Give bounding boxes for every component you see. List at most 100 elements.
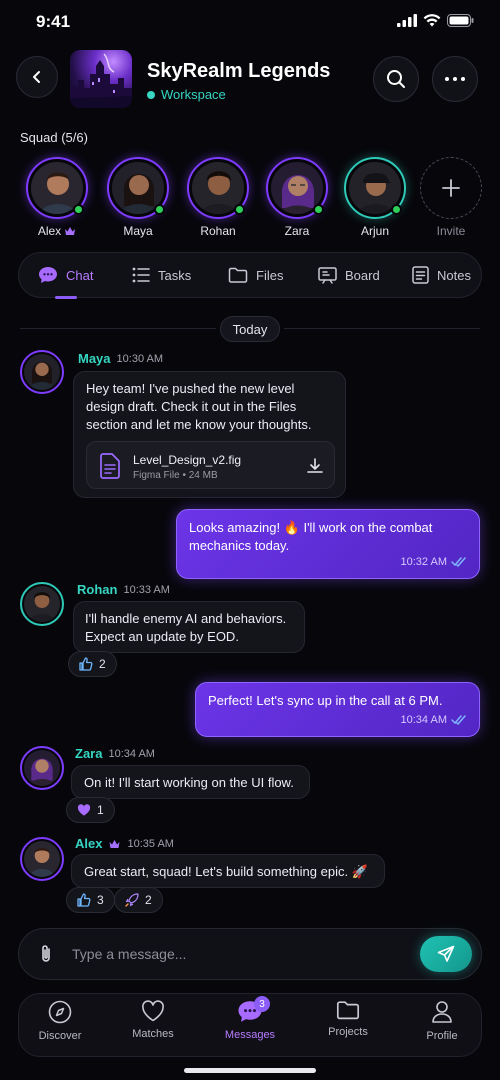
reaction-count: 1 (97, 803, 104, 817)
compass-icon (48, 1000, 72, 1024)
paperclip-icon[interactable] (37, 943, 55, 965)
status-icons (397, 14, 474, 27)
message-time: 10:35 AM (127, 837, 174, 850)
project-title: SkyRealm Legends (147, 60, 331, 82)
message-author: Zara (75, 746, 103, 761)
tab-label: Notes (437, 267, 471, 283)
message-bubble: I'll handle enemy AI and behaviors. Expe… (73, 601, 305, 653)
tab-tasks[interactable]: Tasks (132, 252, 191, 298)
message-header: Zara 10:34 AM (75, 746, 155, 761)
chevron-left-icon (33, 71, 40, 83)
reaction-chip[interactable]: 1 (66, 797, 115, 823)
nav-label: Projects (328, 1026, 368, 1038)
home-indicator (184, 1068, 316, 1073)
search-button[interactable] (373, 56, 419, 102)
person-avatar-icon (24, 586, 60, 622)
status-time: 9:41 (36, 12, 71, 31)
online-indicator (154, 204, 165, 215)
divider-line (284, 328, 480, 329)
wifi-icon (423, 14, 441, 27)
workspace-label: Workspace (147, 87, 226, 102)
download-icon[interactable] (306, 457, 324, 475)
message-bubble: Great start, squad! Let's build somethin… (71, 854, 385, 888)
person-avatar-icon (24, 841, 60, 877)
nav-projects[interactable]: Projects (308, 1000, 388, 1038)
message-text: Perfect! Let's sync up in the call at 6 … (208, 693, 443, 708)
reaction-chip[interactable]: 3 (66, 887, 115, 913)
member-maya[interactable]: Maya (104, 157, 172, 238)
send-button[interactable] (420, 936, 472, 972)
message-avatar[interactable] (20, 746, 64, 790)
crown-icon (109, 839, 120, 848)
nav-label: Discover (38, 1030, 82, 1042)
list-icon (132, 267, 150, 283)
member-arjun[interactable]: Arjun (341, 157, 409, 238)
status-dot (147, 90, 155, 99)
outgoing-message-bubble: Perfect! Let's sync up in the call at 6 … (195, 682, 480, 737)
double-check-icon (451, 715, 466, 725)
person-icon (432, 1001, 452, 1023)
project-thumbnail[interactable] (70, 50, 132, 108)
message-header: Maya 10:30 AM (78, 351, 163, 366)
message-header: Alex 10:35 AM (75, 836, 174, 851)
nav-messages[interactable]: 3 Messages (210, 996, 290, 1041)
folder-icon (228, 267, 248, 283)
tab-label: Chat (66, 267, 94, 283)
heart-icon (142, 1000, 164, 1022)
reaction-chip[interactable]: 2 (68, 651, 117, 677)
avatar (26, 157, 88, 219)
person-avatar-icon (24, 354, 60, 390)
file-meta: Figma File • 24 MB (133, 470, 218, 481)
battery-icon (447, 14, 474, 27)
online-indicator (313, 204, 324, 215)
more-options-button[interactable] (432, 56, 478, 102)
nav-label: Matches (132, 1028, 174, 1040)
member-alex[interactable]: Alex (23, 157, 91, 238)
message-status: 10:32 AM (401, 553, 467, 571)
squad-label: Squad (5/6) (20, 130, 88, 145)
tab-board[interactable]: Board (318, 252, 380, 298)
tab-chat[interactable]: Chat (38, 252, 93, 298)
unread-badge: 3 (254, 996, 270, 1012)
send-icon (437, 945, 455, 962)
castle-artwork-icon (70, 53, 132, 108)
avatar (344, 157, 406, 219)
message-avatar[interactable] (20, 837, 64, 881)
outgoing-message-bubble: Looks amazing! 🔥 I'll work on the combat… (176, 509, 480, 579)
tab-notes[interactable]: Notes (412, 252, 471, 298)
message-input[interactable] (72, 940, 412, 968)
avatar (107, 157, 169, 219)
double-check-icon (451, 557, 466, 567)
member-name: Arjun (360, 224, 389, 238)
tab-files[interactable]: Files (228, 252, 283, 298)
nav-profile[interactable]: Profile (402, 1000, 482, 1042)
reaction-count: 2 (145, 893, 152, 907)
message-time: 10:34 AM (400, 714, 447, 726)
note-icon (412, 266, 429, 284)
message-time: 10:33 AM (123, 583, 170, 596)
file-attachment[interactable]: Level_Design_v2.fig Figma File • 24 MB (86, 441, 335, 489)
nav-matches[interactable]: Matches (113, 1000, 193, 1040)
message-author: Rohan (77, 582, 118, 597)
invite-member-button[interactable]: Invite (417, 157, 485, 238)
message-avatar[interactable] (20, 582, 64, 626)
member-zara[interactable]: Zara (263, 157, 331, 238)
message-text: On it! I'll start working on the UI flow… (84, 775, 294, 790)
message-avatar[interactable] (20, 350, 64, 394)
reaction-count: 2 (99, 657, 106, 671)
nav-label: Messages (224, 1029, 276, 1041)
search-icon (387, 70, 405, 88)
file-name: Level_Design_v2.fig (133, 453, 242, 467)
reaction-chip[interactable]: 2 (114, 887, 163, 913)
nav-discover[interactable]: Discover (20, 1000, 100, 1042)
back-button[interactable] (16, 56, 58, 98)
thumbs-up-icon (79, 657, 93, 671)
crown-icon (65, 227, 76, 235)
message-header: Rohan 10:33 AM (77, 582, 170, 597)
signal-icon (397, 14, 417, 27)
folder-icon (336, 1001, 360, 1020)
member-rohan[interactable]: Rohan (184, 157, 252, 238)
online-indicator (73, 204, 84, 215)
message-author: Maya (78, 351, 111, 366)
member-name: Rohan (200, 224, 236, 238)
